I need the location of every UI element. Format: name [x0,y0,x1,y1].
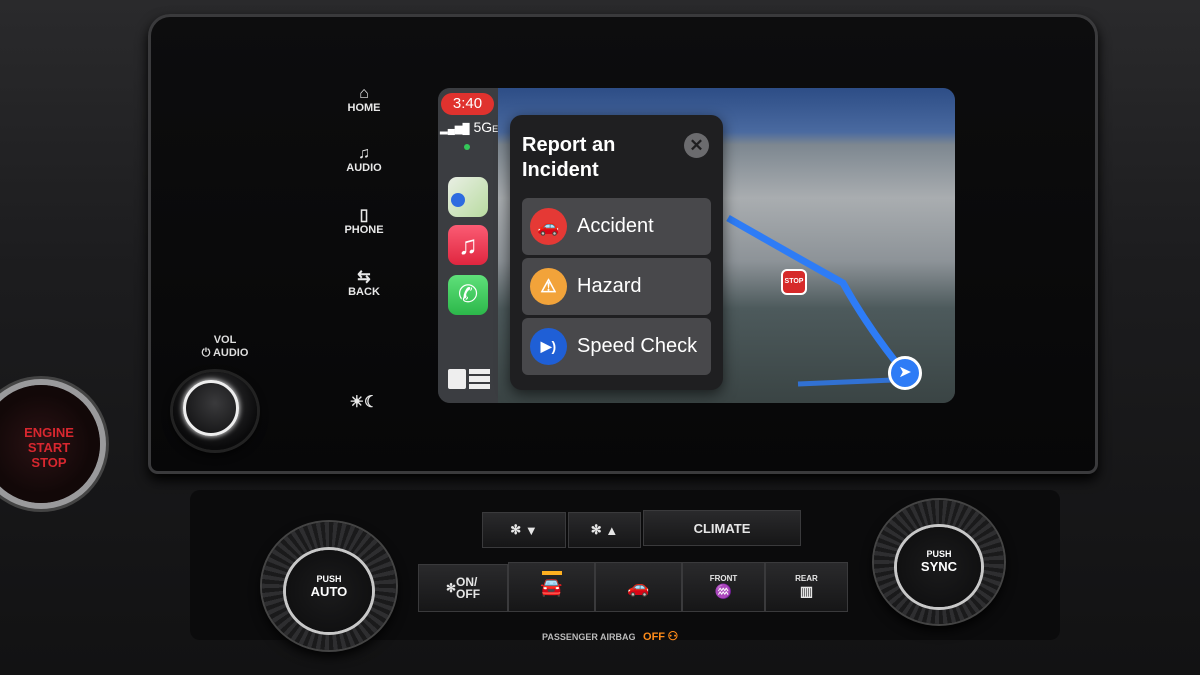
status-bar: ▂▄▆█ 5GE [440,119,499,135]
hazard-label: Hazard [577,275,642,297]
left-climate-knob[interactable]: PUSH AUTO [262,522,396,650]
time-pill: 3:40 [441,93,494,115]
speed-check-icon: ▶) [530,328,567,365]
home-icon: ⌂ [359,85,369,102]
carplay-sidebar: 3:40 ▂▄▆█ 5GE ♫ ✆ [438,88,498,403]
fan-icon: ✻ [510,522,522,537]
recirculate-button[interactable]: 🚘 [508,562,595,612]
close-icon[interactable]: ✕ [684,133,709,158]
music-icon[interactable]: ♫ [448,225,488,265]
back-button[interactable]: ⇆ BACK [334,269,394,299]
accident-label: Accident [577,215,654,237]
speed-check-label: Speed Check [577,335,698,357]
speed-check-button[interactable]: ▶) Speed Check [522,318,711,375]
phone-handset-icon: ▯ [359,207,369,224]
fan-icon: ✻ [445,581,457,595]
sun-moon-icon: ☀☾ [349,394,379,411]
front-defrost-icon: ♒ [714,583,733,599]
rear-defrost-button[interactable]: REAR ▥ [765,562,848,612]
home-button[interactable]: ⌂ HOME [334,85,394,115]
airbag-status: OFF [643,631,666,643]
signal-icon: ▂▄▆█ [440,124,470,135]
ac-on-off-button[interactable]: ✻ ON/ OFF [418,564,508,612]
dashboard-icon[interactable] [448,369,490,389]
fresh-air-button[interactable]: 🚗 [595,562,682,612]
modal-title: Report an Incident [522,134,616,181]
audio-label: AUDIO [346,162,382,174]
engine-start-button[interactable]: ENGINE START STOP [0,385,100,503]
vol-label: VOL ⏻ AUDIO [201,334,249,359]
stop-sign: STOP [781,269,807,295]
audio-button[interactable]: ♫ AUDIO [334,145,394,175]
back-arrow-icon: ⇆ [357,269,371,286]
carplay-screen: STOP ➤ 3:40 ▂▄▆█ 5GE ♫ ✆ Report an Incid… [438,88,955,403]
car-fresh-air-icon: 🚗 [627,576,650,597]
active-dot [464,144,470,150]
phone-label: PHONE [344,224,384,236]
fan-up-button[interactable]: ✻ ▲ [568,512,641,548]
maps-icon[interactable] [448,177,488,217]
fan-down-button[interactable]: ✻ ▼ [482,512,566,548]
engine-label: ENGINE [24,425,74,440]
accident-button[interactable]: 🚗 Accident [522,198,711,255]
phone-icon[interactable]: ✆ [448,275,488,315]
start-label: START [27,440,71,455]
back-label: BACK [348,286,380,298]
climate-button[interactable]: CLIMATE [643,510,801,546]
passenger-airbag-icon: ⚇ [667,629,679,643]
accident-icon: 🚗 [530,208,567,245]
music-note-icon: ♫ [358,145,370,162]
fan-icon: ✻ [590,522,602,537]
hazard-button[interactable]: ⚠ Hazard [522,258,711,315]
home-label: HOME [347,102,381,114]
indicator-light [542,571,562,575]
car-recirculate-icon: 🚘 [540,576,563,597]
hazard-icon: ⚠ [530,268,567,305]
stop-label: STOP [31,455,67,470]
phone-button[interactable]: ▯ PHONE [334,207,394,237]
brightness-button[interactable]: ☀☾ [334,392,394,412]
airbag-indicator: PASSENGER AIRBAG OFF ⚇ [542,629,678,643]
front-defrost-button[interactable]: FRONT ♒ [682,562,765,612]
volume-knob[interactable] [173,372,257,450]
airbag-label: PASSENGER AIRBAG [542,632,636,642]
right-climate-knob[interactable]: PUSH SYNC [874,500,1004,624]
rear-defrost-icon: ▥ [799,583,814,599]
report-incident-modal: Report an Incident ✕ 🚗 Accident ⚠ Hazard ▶… [510,115,723,390]
navigation-arrow-icon: ➤ [888,356,922,390]
